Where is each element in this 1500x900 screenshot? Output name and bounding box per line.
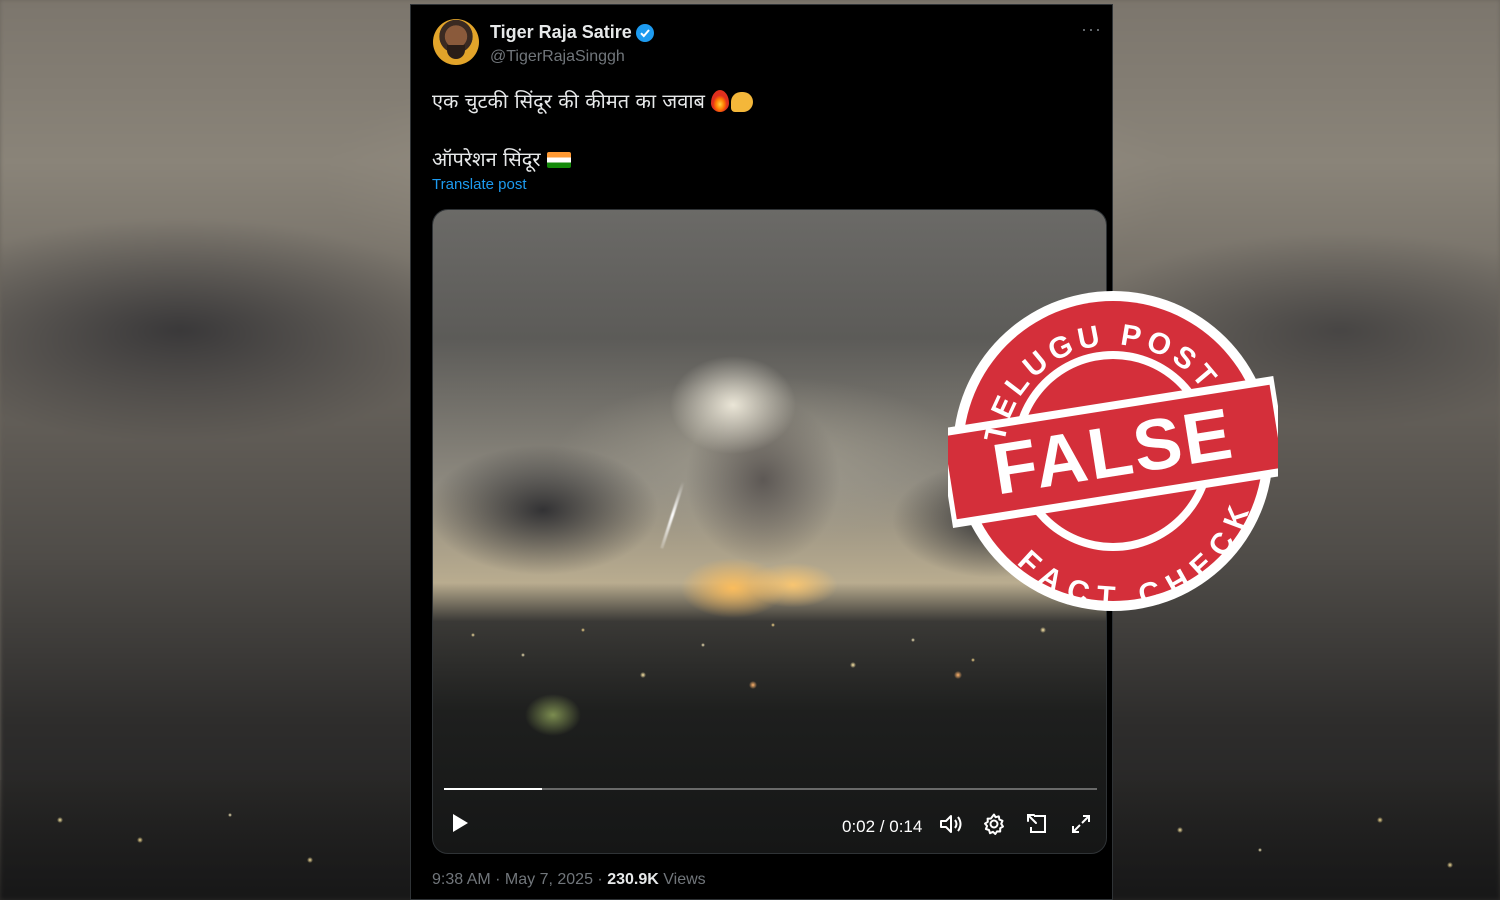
views-label: Views <box>663 871 706 888</box>
fact-check-stamp: FALSE TELUGU POST FACT CHECK <box>937 290 1289 641</box>
video-controls: 0:02 / 0:14 <box>433 805 1106 845</box>
tweet-text-line-1: एक चुटकी सिंदूर की कीमत का जवाब <box>432 87 753 114</box>
video-time: 0:02 / 0:14 <box>842 817 923 836</box>
more-horizontal-icon[interactable]: ··· <box>1081 19 1102 40</box>
pip-icon[interactable] <box>1024 811 1050 837</box>
translate-post-link[interactable]: Translate post <box>432 176 527 193</box>
volume-icon[interactable] <box>938 811 964 837</box>
fire-emoji-icon <box>710 90 729 112</box>
flexed-biceps-emoji-icon <box>730 92 753 112</box>
video-progress-bar[interactable] <box>444 788 1097 790</box>
play-icon[interactable] <box>449 811 471 835</box>
tweet-timestamp[interactable]: 9:38 AM · May 7, 2025 · <box>432 871 603 888</box>
video-progress-fill <box>444 788 542 790</box>
avatar[interactable] <box>433 19 479 65</box>
views-count: 230.9K <box>607 871 659 888</box>
tweet-text-line-2: ऑपरेशन सिंदूर <box>432 145 571 172</box>
author-row: Tiger Raja Satire <box>490 22 654 43</box>
gear-icon[interactable] <box>981 811 1007 837</box>
verified-badge-icon <box>635 23 654 42</box>
tweet-hashtext: ऑपरेशन सिंदूर <box>432 147 541 171</box>
author-handle[interactable]: @TigerRajaSinggh <box>490 48 625 66</box>
tweet-metadata: 9:38 AM · May 7, 2025 · 230.9K Views <box>432 871 706 889</box>
video-city-lights <box>433 605 1106 785</box>
india-flag-emoji-icon <box>546 152 571 168</box>
fullscreen-icon[interactable] <box>1068 811 1094 837</box>
author-name[interactable]: Tiger Raja Satire <box>490 22 632 43</box>
tweet-text: एक चुटकी सिंदूर की कीमत का जवाब <box>432 89 705 113</box>
